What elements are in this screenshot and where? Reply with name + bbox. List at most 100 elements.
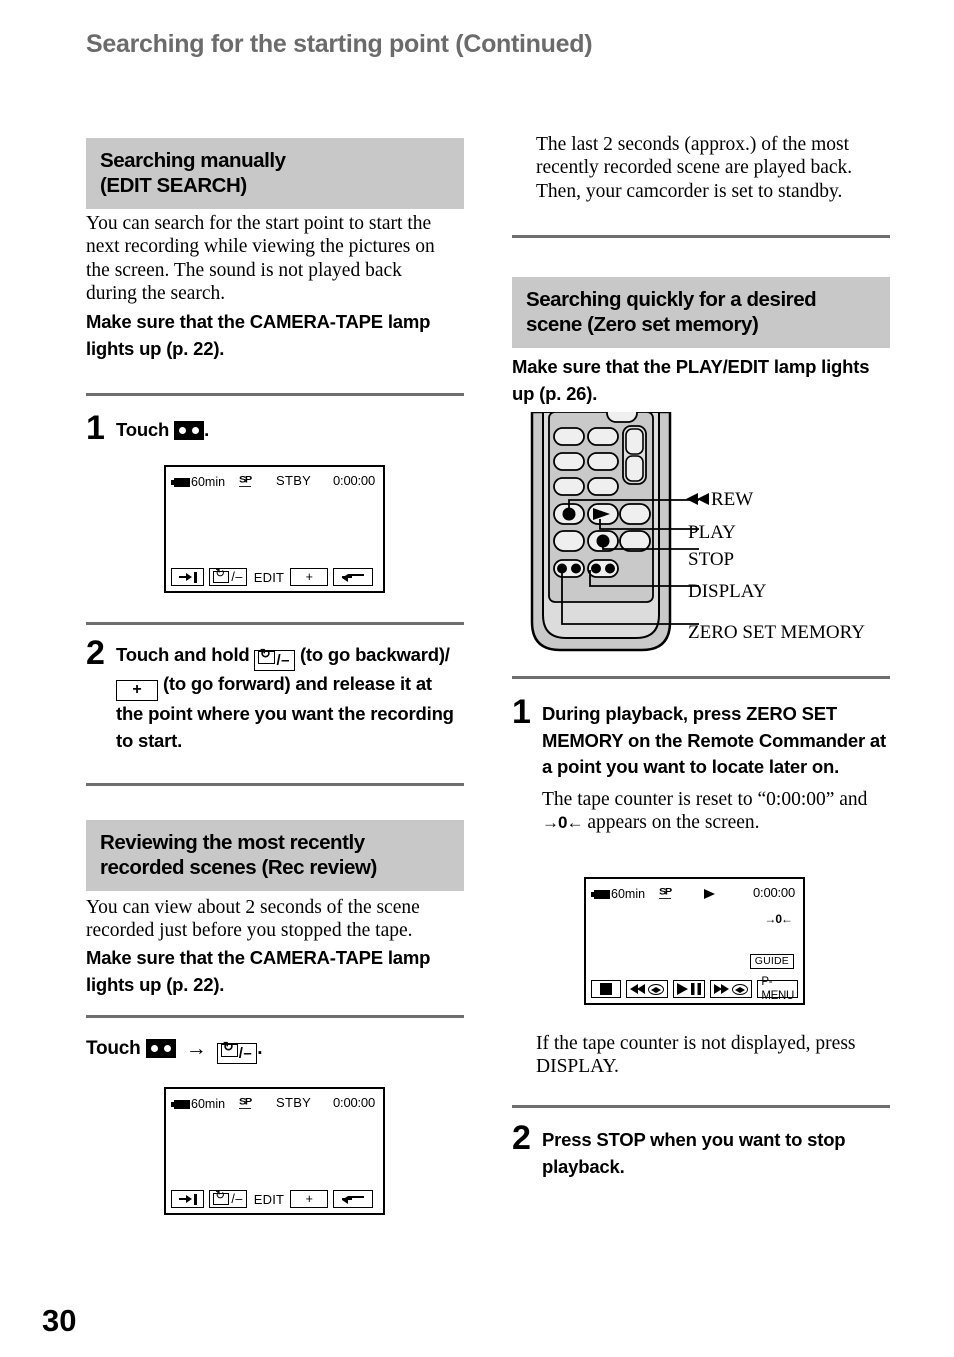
- page-number: 30: [42, 1303, 77, 1338]
- step1-sub-b: and: [839, 788, 868, 810]
- step1-line4: to locate later on.: [689, 756, 840, 777]
- rec-review-touch-line: Touch → /–.: [86, 1035, 464, 1064]
- plus-label: +: [305, 570, 313, 584]
- divider: [512, 676, 890, 679]
- end-search-button[interactable]: [171, 1190, 205, 1208]
- lcd-button-bar: P-MENU: [591, 976, 798, 1002]
- tape-mode-sp-icon: SP: [239, 1097, 252, 1109]
- step1-line1: During playback, press ZERO: [542, 703, 797, 724]
- record-status: STBY: [276, 473, 312, 488]
- section-heading-rec-review: Reviewing the most recently recorded sce…: [86, 820, 464, 891]
- step-text: Press STOP when you want to stop playbac…: [542, 1123, 890, 1180]
- end-search-button[interactable]: [171, 568, 205, 586]
- slow-forward-icon: [732, 983, 749, 995]
- lcd-screen-figure-3: 60min SP 0:00:00 →0← GUIDE P-MENU: [584, 877, 805, 1005]
- arrow-right-icon: →: [185, 1037, 207, 1060]
- zero-set-memory-indicator-icon: →0←: [542, 813, 583, 832]
- rewind-icon: [686, 493, 711, 506]
- stop-icon: [600, 983, 613, 995]
- stop-button[interactable]: [591, 980, 622, 998]
- rec-review-minus-button-icon: /–: [216, 1043, 258, 1064]
- step-text: Touch .: [116, 413, 209, 444]
- step1-sub-c: appears on the screen.: [587, 812, 760, 833]
- divider: [512, 1105, 890, 1108]
- callout-display: DISPLAY: [688, 581, 767, 602]
- step-number: 2: [86, 634, 105, 672]
- fast-forward-icon: [714, 983, 730, 995]
- battery-minutes: 60min: [611, 887, 646, 901]
- section-heading-line1: Searching manually: [100, 149, 286, 172]
- guide-button[interactable]: GUIDE: [749, 954, 794, 969]
- divider: [512, 235, 890, 238]
- lcd-status-row: 60min SP 0:00:00: [586, 886, 803, 902]
- record-status: STBY: [276, 1095, 312, 1110]
- rec-review-icon: [220, 1044, 238, 1057]
- return-icon: [342, 572, 365, 583]
- touch-period: .: [257, 1038, 263, 1059]
- rec-review-note: Make sure that the CAMERA-TAPE lamp ligh…: [86, 947, 431, 995]
- step-text: Touch and hold /– (to go backward)/ + (to…: [116, 638, 461, 754]
- end-search-icon: [178, 1193, 197, 1205]
- section-heading-edit-search: Searching manually (EDIT SEARCH): [86, 138, 464, 209]
- fast-forward-button[interactable]: [710, 980, 753, 998]
- lcd-status-row: 60min SP STBY 0:00:00: [166, 474, 383, 490]
- play-triangle-icon: [704, 889, 715, 899]
- zero-set-memory-indicator-icon: →0←: [764, 912, 793, 926]
- return-button[interactable]: [333, 568, 373, 586]
- rec-review-icon: [213, 1193, 230, 1205]
- play-icon: [677, 983, 689, 995]
- end-search-icon: [178, 571, 197, 583]
- tape-counter: 0:00:00: [753, 885, 795, 900]
- slow-rewind-icon: [648, 983, 665, 995]
- step-text-after: .: [204, 419, 210, 440]
- rec-review-minus-button[interactable]: /–: [209, 1190, 247, 1208]
- touch-label: Touch: [86, 1038, 141, 1059]
- plus-button[interactable]: +: [290, 568, 329, 586]
- section-heading-line1: Reviewing the most recently: [100, 831, 365, 854]
- step2-line1a: Touch and hold: [116, 644, 250, 665]
- step2-line2a: backward)/: [355, 644, 450, 665]
- lcd-screen-figure-2: 60min SP STBY 0:00:00 /– EDIT +: [164, 1087, 385, 1215]
- battery-indicator: 60min: [591, 887, 646, 901]
- section-heading-line2: recorded scenes (Rec review): [100, 856, 377, 879]
- p-menu-button[interactable]: P-MENU: [757, 976, 798, 1002]
- battery-icon: [171, 1099, 190, 1109]
- rec-review-intro: You can view about 2 seconds of the scen…: [86, 897, 420, 942]
- return-icon: [342, 1194, 365, 1205]
- step-1-touch-tape: 1 Touch .: [86, 411, 464, 444]
- step-number: 1: [512, 693, 531, 731]
- rec-review-icon: [213, 571, 230, 583]
- lcd-button-bar: /– EDIT +: [171, 1190, 378, 1208]
- tape-mode-sp-icon: SP: [239, 475, 252, 487]
- tape-counter: 0:00:00: [333, 473, 375, 488]
- battery-icon: [171, 477, 190, 487]
- callout-stop: STOP: [688, 549, 735, 570]
- section-heading-line2: scene (Zero set memory): [526, 313, 759, 336]
- edit-label: EDIT: [253, 569, 285, 585]
- battery-minutes: 60min: [191, 475, 226, 489]
- rec-review-minus-button-icon: /–: [254, 650, 295, 671]
- page-title: Searching for the starting point (Contin…: [86, 30, 593, 58]
- rewind-button[interactable]: [626, 980, 669, 998]
- plus-label: +: [305, 1192, 313, 1206]
- step1-subtext: The tape counter is reset to “0:00:00” a…: [542, 788, 890, 835]
- zero-set-memory-note: Make sure that the PLAY/EDIT lamp lights…: [512, 356, 870, 404]
- play-pause-button[interactable]: [673, 980, 706, 998]
- divider: [86, 783, 464, 786]
- return-button[interactable]: [333, 1190, 373, 1208]
- step2-line1: Press STOP when you want to: [542, 1129, 803, 1150]
- rec-review-icon: [258, 651, 276, 664]
- tape-mode-sp-icon: SP: [659, 887, 672, 899]
- plus-button[interactable]: +: [290, 1190, 329, 1208]
- battery-indicator: 60min: [171, 475, 226, 489]
- step1-sub-a: The tape counter is reset to “0:00:00”: [542, 788, 835, 810]
- lcd-screen-figure-1: 60min SP STBY 0:00:00 /– EDIT +: [164, 465, 385, 593]
- step-2-press-stop: 2 Press STOP when you want to stop playb…: [512, 1119, 890, 1180]
- callout-play: PLAY: [688, 522, 736, 543]
- step-2-touch-hold: 2 Touch and hold /– (to go backward)/ + (…: [86, 634, 464, 754]
- step-1-zero-set-memory: 1 During playback, press ZERO SET MEMORY…: [512, 693, 890, 835]
- step-number: 2: [512, 1119, 531, 1157]
- rec-review-minus-button[interactable]: /–: [209, 568, 247, 586]
- step-text: During playback, press ZERO SET MEMORY o…: [542, 697, 890, 835]
- pause-icon: [691, 983, 702, 995]
